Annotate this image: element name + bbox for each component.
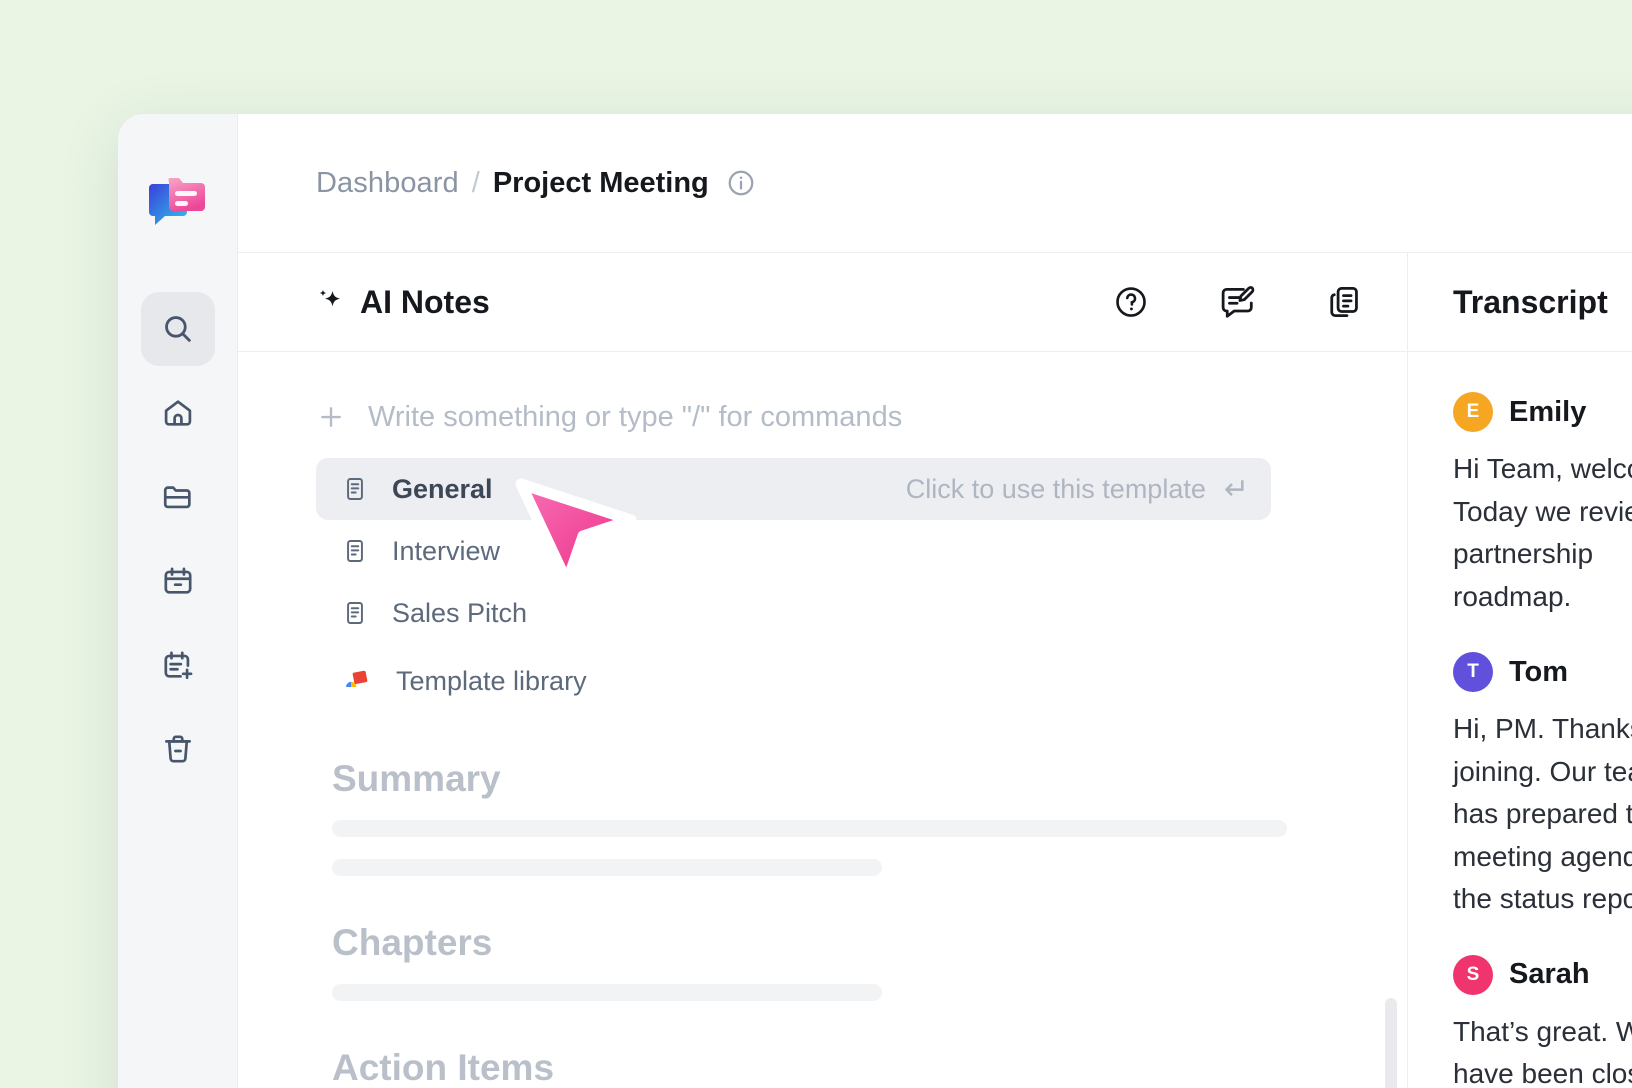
section-title: Chapters <box>332 922 493 963</box>
app-window: Dashboard / Project Meeting AI Notes Wri… <box>118 114 1632 1088</box>
template-option-label: Sales Pitch <box>392 597 528 628</box>
app-logo[interactable] <box>147 172 209 234</box>
transcript-entry: S Sarah That’s great. We have been close… <box>1453 954 1632 1088</box>
calendar-plus-icon <box>163 651 192 680</box>
skeleton-line <box>332 859 882 876</box>
comment-edit-icon[interactable] <box>1219 283 1257 321</box>
ai-notes-pane: AI Notes Write something or type "/" for… <box>238 253 1408 1088</box>
sparkle-icon <box>319 289 340 307</box>
sidebar-item-trash[interactable] <box>141 712 215 786</box>
breadcrumb-parent[interactable]: Dashboard <box>316 167 459 200</box>
calendar-icon <box>163 567 192 594</box>
template-option-interview[interactable]: Interview <box>316 520 1271 582</box>
ai-notes-body: Write something or type "/" for commands <box>238 352 1407 1088</box>
sidebar-item-folders[interactable] <box>141 460 215 534</box>
enter-key-icon: ↵ <box>1223 472 1249 506</box>
template-hint: Click to use this template ↵ <box>906 472 1249 507</box>
document-icon <box>342 600 368 626</box>
section-action-items: Action Items <box>316 1047 1407 1088</box>
template-hint-text: Click to use this template <box>905 473 1206 504</box>
sidebar <box>118 114 238 1088</box>
document-icon <box>342 476 368 502</box>
plus-icon[interactable] <box>316 402 346 432</box>
folder-icon <box>163 486 191 509</box>
transcript-entry: T Tom Hi, PM. Thanks for joining. Our te… <box>1453 652 1632 921</box>
editor-placeholder-row[interactable]: Write something or type "/" for commands <box>316 394 1407 440</box>
ai-notes-header: AI Notes <box>238 253 1407 352</box>
trash-icon <box>164 735 191 763</box>
sidebar-item-home[interactable] <box>141 376 215 450</box>
editor-placeholder-text: Write something or type "/" for commands <box>368 400 903 433</box>
page-title: Project Meeting <box>492 166 709 199</box>
ai-notes-title: AI Notes <box>316 284 490 321</box>
sidebar-item-calendar[interactable] <box>141 544 215 618</box>
avatar: E <box>1453 392 1493 432</box>
breadcrumb-separator: / <box>471 166 480 199</box>
section-title: Action Items <box>332 1047 555 1088</box>
home-icon <box>164 400 191 426</box>
template-option-label: Interview <box>392 535 501 566</box>
template-option-sales-pitch[interactable]: Sales Pitch <box>316 582 1271 644</box>
transcript-header: Transcript <box>1408 253 1632 352</box>
sidebar-item-schedule[interactable] <box>141 628 215 702</box>
skeleton-line <box>332 984 882 1001</box>
transcript-title: Transcript <box>1453 283 1608 320</box>
template-dropdown: General Click to use this template ↵ Int… <box>316 458 1271 712</box>
template-option-label: General <box>392 473 493 504</box>
search-icon <box>164 316 191 342</box>
speaker-name: Tom <box>1509 655 1569 688</box>
document-icon <box>342 538 368 564</box>
transcript-text: Hi Team, welcome. Today we review the pa… <box>1453 453 1632 612</box>
transcript-entry-header: E Emily <box>1453 392 1632 432</box>
speaker-name: Sarah <box>1509 958 1590 991</box>
speaker-name: Emily <box>1509 395 1587 428</box>
transcript-entry: E Emily Hi Team, welcome. Today we revie… <box>1453 392 1632 618</box>
skeleton-line <box>332 820 1287 837</box>
noteflow-logo-icon <box>148 178 205 225</box>
info-circle-icon[interactable] <box>726 168 756 198</box>
breadcrumb: Dashboard / Project Meeting <box>238 114 1632 253</box>
notes-scrollbar-thumb[interactable] <box>1385 998 1397 1088</box>
section-chapters: Chapters <box>316 922 1407 1001</box>
ai-notes-actions <box>1113 283 1365 321</box>
avatar: S <box>1453 954 1493 995</box>
copy-document-icon[interactable] <box>1327 283 1365 321</box>
ai-notes-title-text: AI Notes <box>360 283 490 320</box>
template-library-icon <box>342 666 372 696</box>
transcript-text: Hi, PM. Thanks for joining. Our team has… <box>1453 713 1632 915</box>
sidebar-item-search[interactable] <box>140 292 215 366</box>
transcript-body: E Emily Hi Team, welcome. Today we revie… <box>1408 352 1632 1088</box>
template-option-general[interactable]: General Click to use this template ↵ <box>316 458 1271 520</box>
section-summary: Summary <box>316 758 1407 876</box>
transcript-text: That’s great. We have been closely track… <box>1453 1015 1632 1088</box>
template-library-label: Template library <box>396 665 587 696</box>
template-library-link[interactable]: Template library <box>316 650 1271 712</box>
transcript-entry-header: T Tom <box>1453 652 1632 693</box>
content-split: AI Notes Write something or type "/" for… <box>238 253 1632 1088</box>
avatar: T <box>1453 652 1493 693</box>
transcript-pane: Transcript E Emily Hi Team, welcome. Tod… <box>1408 253 1632 1088</box>
help-circle-icon[interactable] <box>1113 284 1149 320</box>
main-area: Dashboard / Project Meeting AI Notes Wri… <box>238 114 1632 1088</box>
section-title: Summary <box>332 758 501 799</box>
transcript-entry-header: S Sarah <box>1453 954 1632 995</box>
